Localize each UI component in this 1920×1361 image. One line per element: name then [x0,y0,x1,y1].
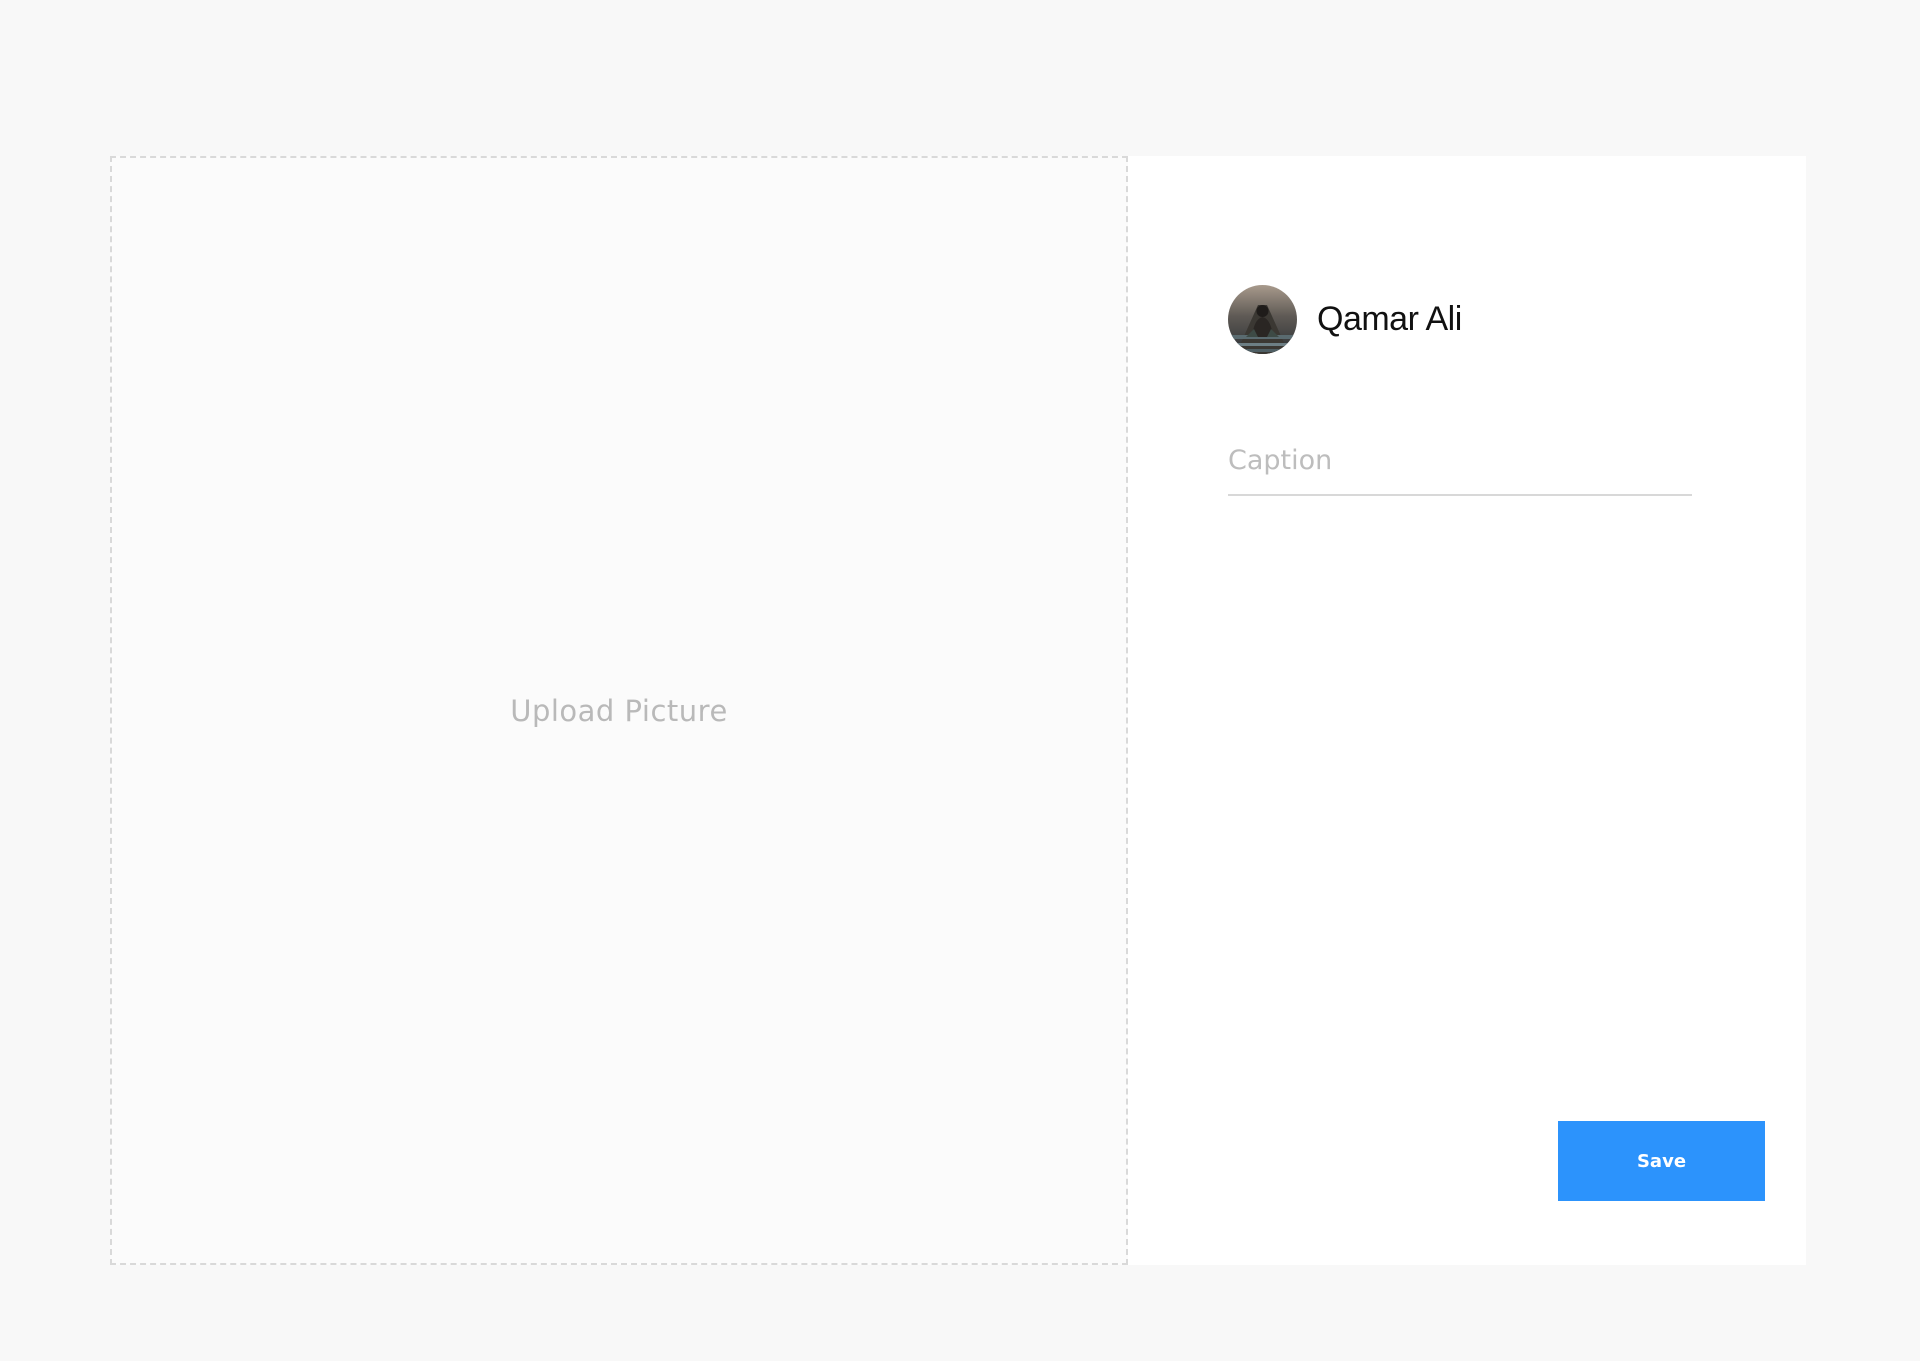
save-button[interactable]: Save [1558,1121,1765,1201]
upload-dropzone[interactable]: Upload Picture [110,156,1128,1265]
details-panel: Qamar Ali Save [1128,156,1806,1265]
upload-label: Upload Picture [510,693,728,728]
caption-input[interactable] [1228,426,1692,496]
user-header: Qamar Ali [1228,285,1462,354]
post-editor-card: Upload Picture Qamar Ali Caption Save [110,156,1806,1265]
avatar [1228,285,1297,354]
user-avatar-photo-icon [1228,285,1297,354]
user-name: Qamar Ali [1317,300,1462,338]
